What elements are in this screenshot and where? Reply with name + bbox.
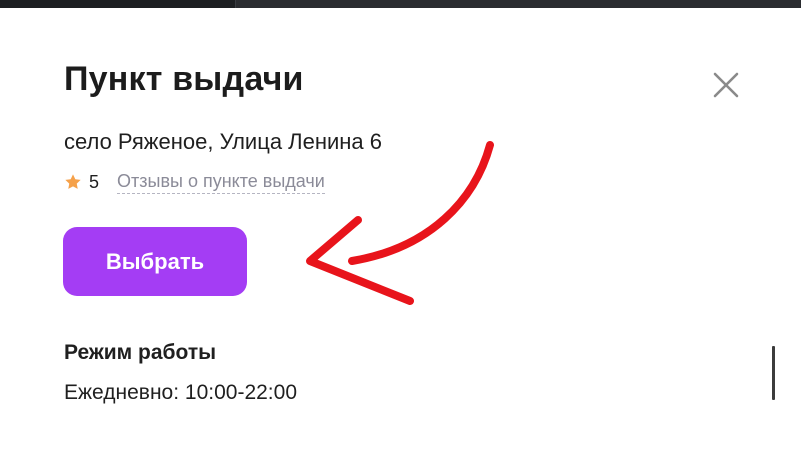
rating-value: 5 — [89, 171, 100, 192]
working-hours-value: Ежедневно: 10:00-22:00 — [64, 381, 297, 404]
rating-row: 5 Отзывы о пункте выдачи — [64, 170, 325, 194]
reviews-link[interactable]: Отзывы о пункте выдачи — [117, 171, 325, 194]
star-icon — [65, 174, 81, 189]
pickup-address: село Ряженое, Улица Ленина 6 — [64, 129, 383, 154]
working-hours-title: Режим работы — [64, 341, 217, 364]
browser-top-bar — [0, 0, 801, 8]
scrollbar[interactable] — [772, 346, 775, 400]
top-bar-segment-right — [235, 0, 801, 8]
select-button[interactable]: Выбрать — [63, 227, 247, 296]
close-icon — [713, 72, 739, 98]
panel-title: Пункт выдачи — [64, 60, 304, 98]
pickup-point-panel: Пункт выдачи село Ряженое, Улица Ленина … — [0, 8, 801, 450]
top-bar-segment-left — [0, 0, 235, 8]
close-button[interactable] — [708, 70, 744, 106]
